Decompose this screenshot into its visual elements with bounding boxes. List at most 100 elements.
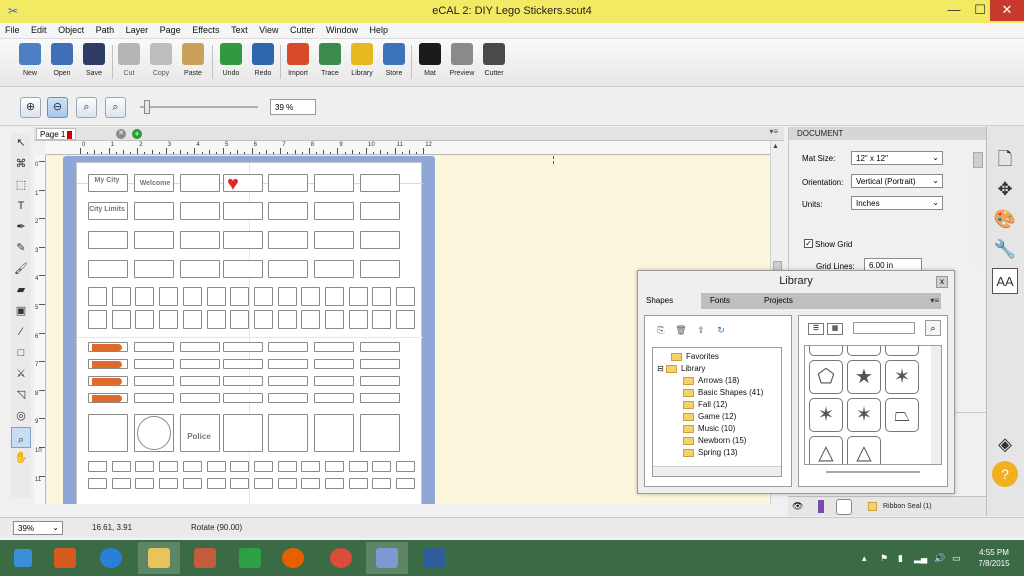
sticker-outline[interactable] [88,414,128,452]
sticker-outline[interactable] [88,260,128,278]
sticker-outline[interactable] [206,478,226,489]
shape-tool-icon[interactable]: ⬚ [11,175,31,196]
tray-overflow-icon[interactable]: ▴ [862,553,867,564]
welcome-text[interactable]: Welcome [135,180,175,188]
sticker-outline[interactable] [88,287,107,306]
sticker-outline[interactable] [223,260,263,278]
layers-icon[interactable]: ◈ [992,431,1018,457]
add-page-icon[interactable]: + [132,129,142,139]
sticker-outline[interactable] [253,310,273,329]
thumbnail-scrollbar[interactable] [931,346,941,464]
sticker-outline[interactable] [223,414,263,452]
eyedropper-icon[interactable]: ⁄ [11,322,31,343]
zoom-tool-icon[interactable]: ⌕ [11,427,31,448]
sticker-outline[interactable] [360,174,400,192]
sticker-outline[interactable] [159,287,179,306]
paste-button[interactable]: Paste [177,43,209,77]
help-icon[interactable]: ? [992,461,1018,487]
sticker-outline[interactable] [182,287,202,306]
menu-text[interactable]: Text [226,23,252,35]
sticker-outline[interactable] [372,478,392,489]
zoom-in-button[interactable]: ⊕ [20,97,41,118]
sticker-outline[interactable] [88,461,107,472]
menu-path[interactable]: Path [91,23,119,35]
sticker-outline[interactable] [360,393,400,403]
sticker-outline[interactable] [182,310,202,329]
sticker-outline[interactable] [134,393,174,403]
sticker-outline[interactable] [396,310,416,329]
tree-item-library[interactable]: ⊟ Library [657,364,705,373]
volume-icon[interactable]: 🔊 [934,553,945,564]
firefox-icon[interactable] [272,542,314,574]
sticker-outline[interactable] [268,376,308,386]
sticker-outline[interactable] [314,260,354,278]
pen-tool-icon[interactable]: ✒ [11,217,31,238]
sticker-outline[interactable] [88,478,107,489]
select-arrow-icon[interactable]: ↖ [11,133,31,154]
scroll-thumb[interactable] [973,152,983,168]
media-center-icon[interactable] [44,542,86,574]
menu-cutter[interactable]: Cutter [285,23,319,35]
sticker-outline[interactable] [360,202,400,220]
shape-thumbnail[interactable]: △ [809,436,843,464]
color-palette-icon[interactable]: 🎨 [992,206,1018,232]
ecal-app-icon[interactable] [366,542,408,574]
sticker-outline[interactable] [135,310,155,329]
menu-effects[interactable]: Effects [187,23,223,35]
sticker-outline[interactable] [223,393,263,403]
sticker-outline[interactable] [223,342,263,352]
preview-button[interactable]: Preview [446,43,478,77]
sticker-outline[interactable] [314,414,354,452]
show-grid-checkbox[interactable]: ✓ [804,239,813,248]
tree-item-spring[interactable]: Spring (13) [683,448,738,457]
knife-tool-icon[interactable]: ⚔ [11,364,31,385]
rectangle-tool-icon[interactable]: □ [11,343,31,364]
node-edit-icon[interactable]: ⌘ [11,154,31,175]
cutter-button[interactable]: Cutter [478,43,510,77]
text-tool-icon[interactable]: T [11,196,31,217]
redo-button[interactable]: Redo [247,43,279,77]
menu-window[interactable]: Window [321,23,362,35]
tree-item-fall[interactable]: Fall (12) [683,400,727,409]
sticker-outline[interactable] [348,478,368,489]
shape-thumbnail[interactable]: ✶ [885,360,919,394]
taskbar-clock[interactable]: 4:55 PM 7/8/2015 [970,547,1018,569]
sticker-outline[interactable] [134,342,174,352]
tree-item-arrows[interactable]: Arrows (18) [683,376,739,385]
minimize-button[interactable]: — [940,0,968,21]
sticker-outline[interactable] [159,461,179,472]
sticker-outline[interactable] [111,287,131,306]
sticker-outline[interactable] [223,376,263,386]
grid-view-icon[interactable]: ▦ [827,323,843,335]
ribbon-seal-shape[interactable] [137,416,171,450]
mat-size-select[interactable]: 12" x 12" ⌄ [851,151,943,165]
sticker-outline[interactable] [268,359,308,369]
tree-item-newborn[interactable]: Newborn (15) [683,436,746,445]
sticker-outline[interactable] [314,359,354,369]
zoom-out-button[interactable]: ⊖ [47,97,68,118]
sticker-outline[interactable] [230,478,250,489]
shape-thumbnail[interactable]: ✶ [809,346,843,356]
sticker-outline[interactable] [180,359,220,369]
zoom-fit-button[interactable]: ⌕ [76,97,97,118]
scroll-up-icon[interactable]: ▲ [772,143,779,150]
thumbnail-size-slider[interactable] [826,471,920,473]
tree-item-favorites[interactable]: Favorites [671,352,719,361]
zoom-percent-input[interactable]: 39 % [270,99,316,115]
sticker-outline[interactable] [360,260,400,278]
sticker-outline[interactable] [268,174,308,192]
sticker-outline[interactable] [360,414,400,452]
trace-button[interactable]: Trace [314,43,346,77]
tab-fonts[interactable]: Fonts [705,293,755,309]
sticker-outline[interactable] [301,287,321,306]
paint-app-icon[interactable] [184,542,226,574]
sticker-outline[interactable] [360,342,400,352]
sticker-outline[interactable] [314,342,354,352]
menu-help[interactable]: Help [365,23,393,35]
flame-sticker[interactable] [92,361,122,368]
undo-button[interactable]: Undo [215,43,247,77]
cut-button[interactable]: Cut [113,43,145,77]
sticker-outline[interactable] [348,287,368,306]
sticker-outline[interactable] [268,231,308,249]
import-button[interactable]: Import [282,43,314,77]
